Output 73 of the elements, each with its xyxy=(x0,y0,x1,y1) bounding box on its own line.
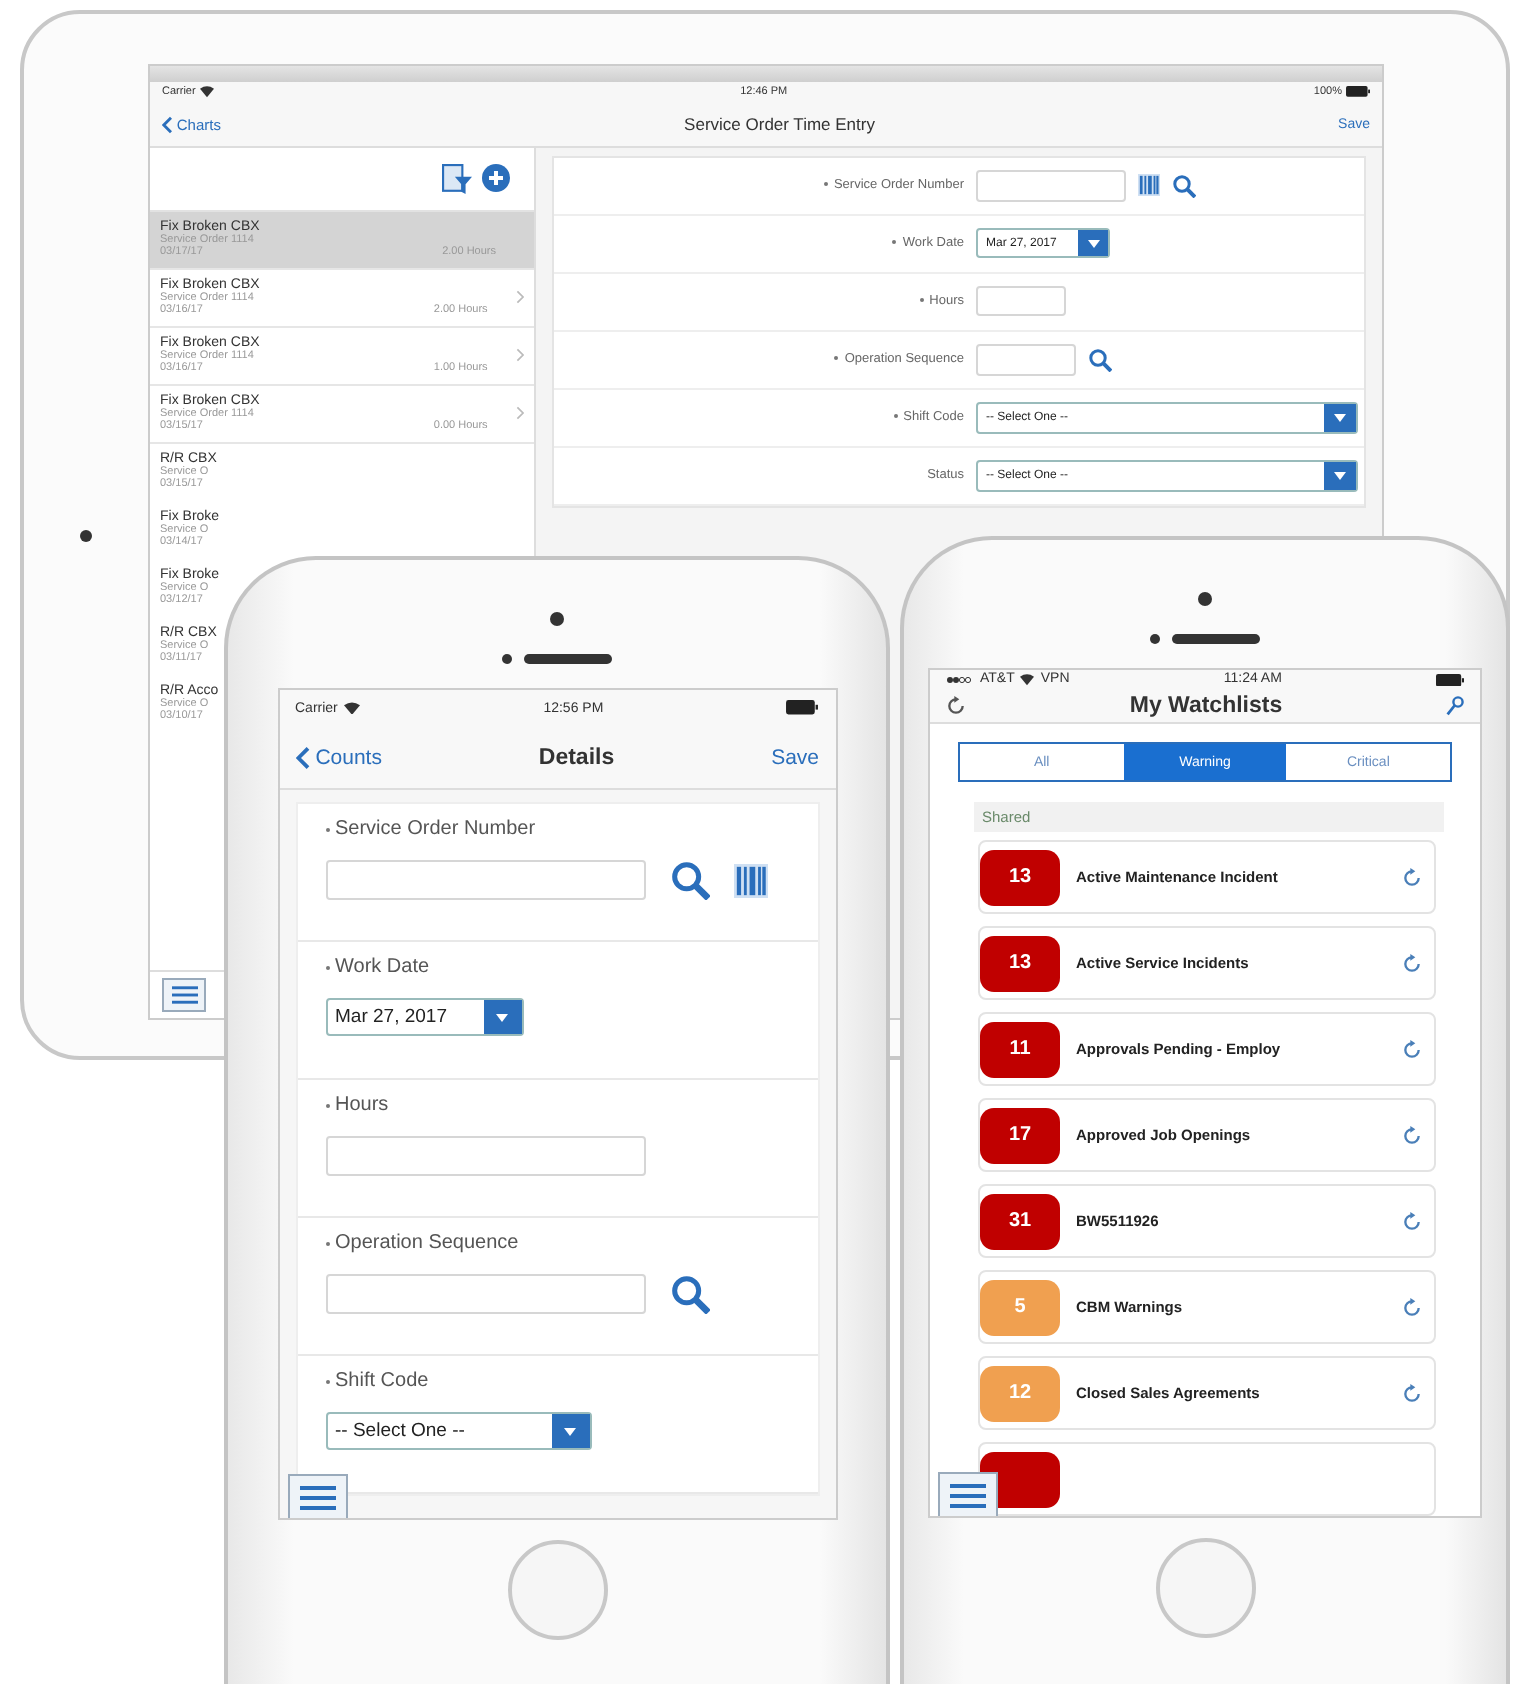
input-field[interactable] xyxy=(325,1136,645,1176)
nav-title: Service Order Time Entry xyxy=(684,114,875,134)
refresh-icon[interactable] xyxy=(1402,1297,1422,1317)
input-field[interactable] xyxy=(325,860,645,900)
search-icon[interactable] xyxy=(1172,173,1196,197)
back-link[interactable]: Counts xyxy=(295,745,382,769)
caret-icon xyxy=(496,1013,508,1021)
count-badge: 12 xyxy=(980,1365,1060,1421)
menu-icon xyxy=(171,985,197,1003)
wifi-icon xyxy=(1020,673,1035,686)
input-field[interactable] xyxy=(325,1274,645,1314)
menu-icon xyxy=(950,1484,986,1508)
refresh-icon[interactable] xyxy=(1402,1125,1422,1145)
refresh-icon[interactable] xyxy=(1402,953,1422,973)
refresh-icon[interactable] xyxy=(1402,1211,1422,1231)
signal-icon xyxy=(946,675,974,684)
sensor-dot xyxy=(1150,634,1160,644)
camera xyxy=(550,612,564,626)
caret-icon xyxy=(564,1427,576,1435)
menu-button[interactable] xyxy=(938,1472,998,1516)
speaker-grille xyxy=(1172,634,1260,644)
battery-icon xyxy=(786,700,819,716)
nav-title: Details xyxy=(538,745,615,769)
refresh-icon[interactable] xyxy=(1402,867,1422,887)
caret-icon xyxy=(1087,239,1099,247)
sensor-dot xyxy=(502,654,512,664)
camera xyxy=(1198,592,1212,606)
count-badge: 17 xyxy=(980,1107,1060,1163)
field-label: Shift Code xyxy=(335,1370,429,1392)
field-label: Operation Sequence xyxy=(335,1232,519,1254)
battery-icon xyxy=(1346,86,1370,98)
field-label: Hours xyxy=(335,1094,389,1116)
count-badge: 31 xyxy=(980,1193,1060,1249)
menu-button[interactable] xyxy=(287,1474,347,1518)
caret-icon xyxy=(1334,413,1346,421)
input-field[interactable] xyxy=(976,286,1066,316)
refresh-icon[interactable] xyxy=(1402,1383,1422,1403)
chevron-right-icon xyxy=(515,348,524,362)
watchlist-item[interactable] xyxy=(978,1442,1436,1516)
save-button[interactable]: Save xyxy=(771,745,819,769)
menu-icon xyxy=(299,1486,335,1510)
search-icon[interactable] xyxy=(669,860,709,900)
field-label: Work Date xyxy=(335,956,430,978)
refresh-icon[interactable] xyxy=(1402,1039,1422,1059)
battery-icon xyxy=(1436,673,1464,686)
input-field[interactable] xyxy=(976,343,1076,375)
wifi-icon xyxy=(199,86,214,98)
count-badge: 11 xyxy=(980,1021,1060,1077)
filter-icon[interactable] xyxy=(442,163,472,193)
camera xyxy=(80,529,92,541)
dropdown-field[interactable]: -- Select One -- xyxy=(325,1412,591,1450)
menu-button[interactable] xyxy=(162,977,206,1011)
count-badge: 5 xyxy=(980,1279,1060,1335)
speaker-grille xyxy=(524,654,612,664)
search-icon[interactable] xyxy=(1088,347,1112,371)
refresh-icon[interactable] xyxy=(946,695,966,716)
field-label: Service Order Number xyxy=(335,818,536,840)
caret-icon xyxy=(1334,471,1346,479)
input-field[interactable] xyxy=(976,169,1126,201)
wrench-icon[interactable] xyxy=(1445,695,1464,716)
date-picker[interactable]: Mar 27, 2017 xyxy=(325,998,523,1036)
chevron-right-icon xyxy=(515,406,524,420)
count-badge: 13 xyxy=(980,935,1060,991)
barcode-icon[interactable] xyxy=(733,863,767,897)
back-chevron-icon xyxy=(162,115,173,133)
wifi-icon xyxy=(343,701,360,715)
add-icon[interactable] xyxy=(482,164,510,192)
back-chevron-icon xyxy=(295,745,310,769)
barcode-icon[interactable] xyxy=(1138,174,1160,196)
search-icon[interactable] xyxy=(669,1274,709,1314)
count-badge: 13 xyxy=(980,849,1060,905)
nav-title: My Watchlists xyxy=(1129,693,1283,718)
chevron-right-icon xyxy=(515,290,524,304)
